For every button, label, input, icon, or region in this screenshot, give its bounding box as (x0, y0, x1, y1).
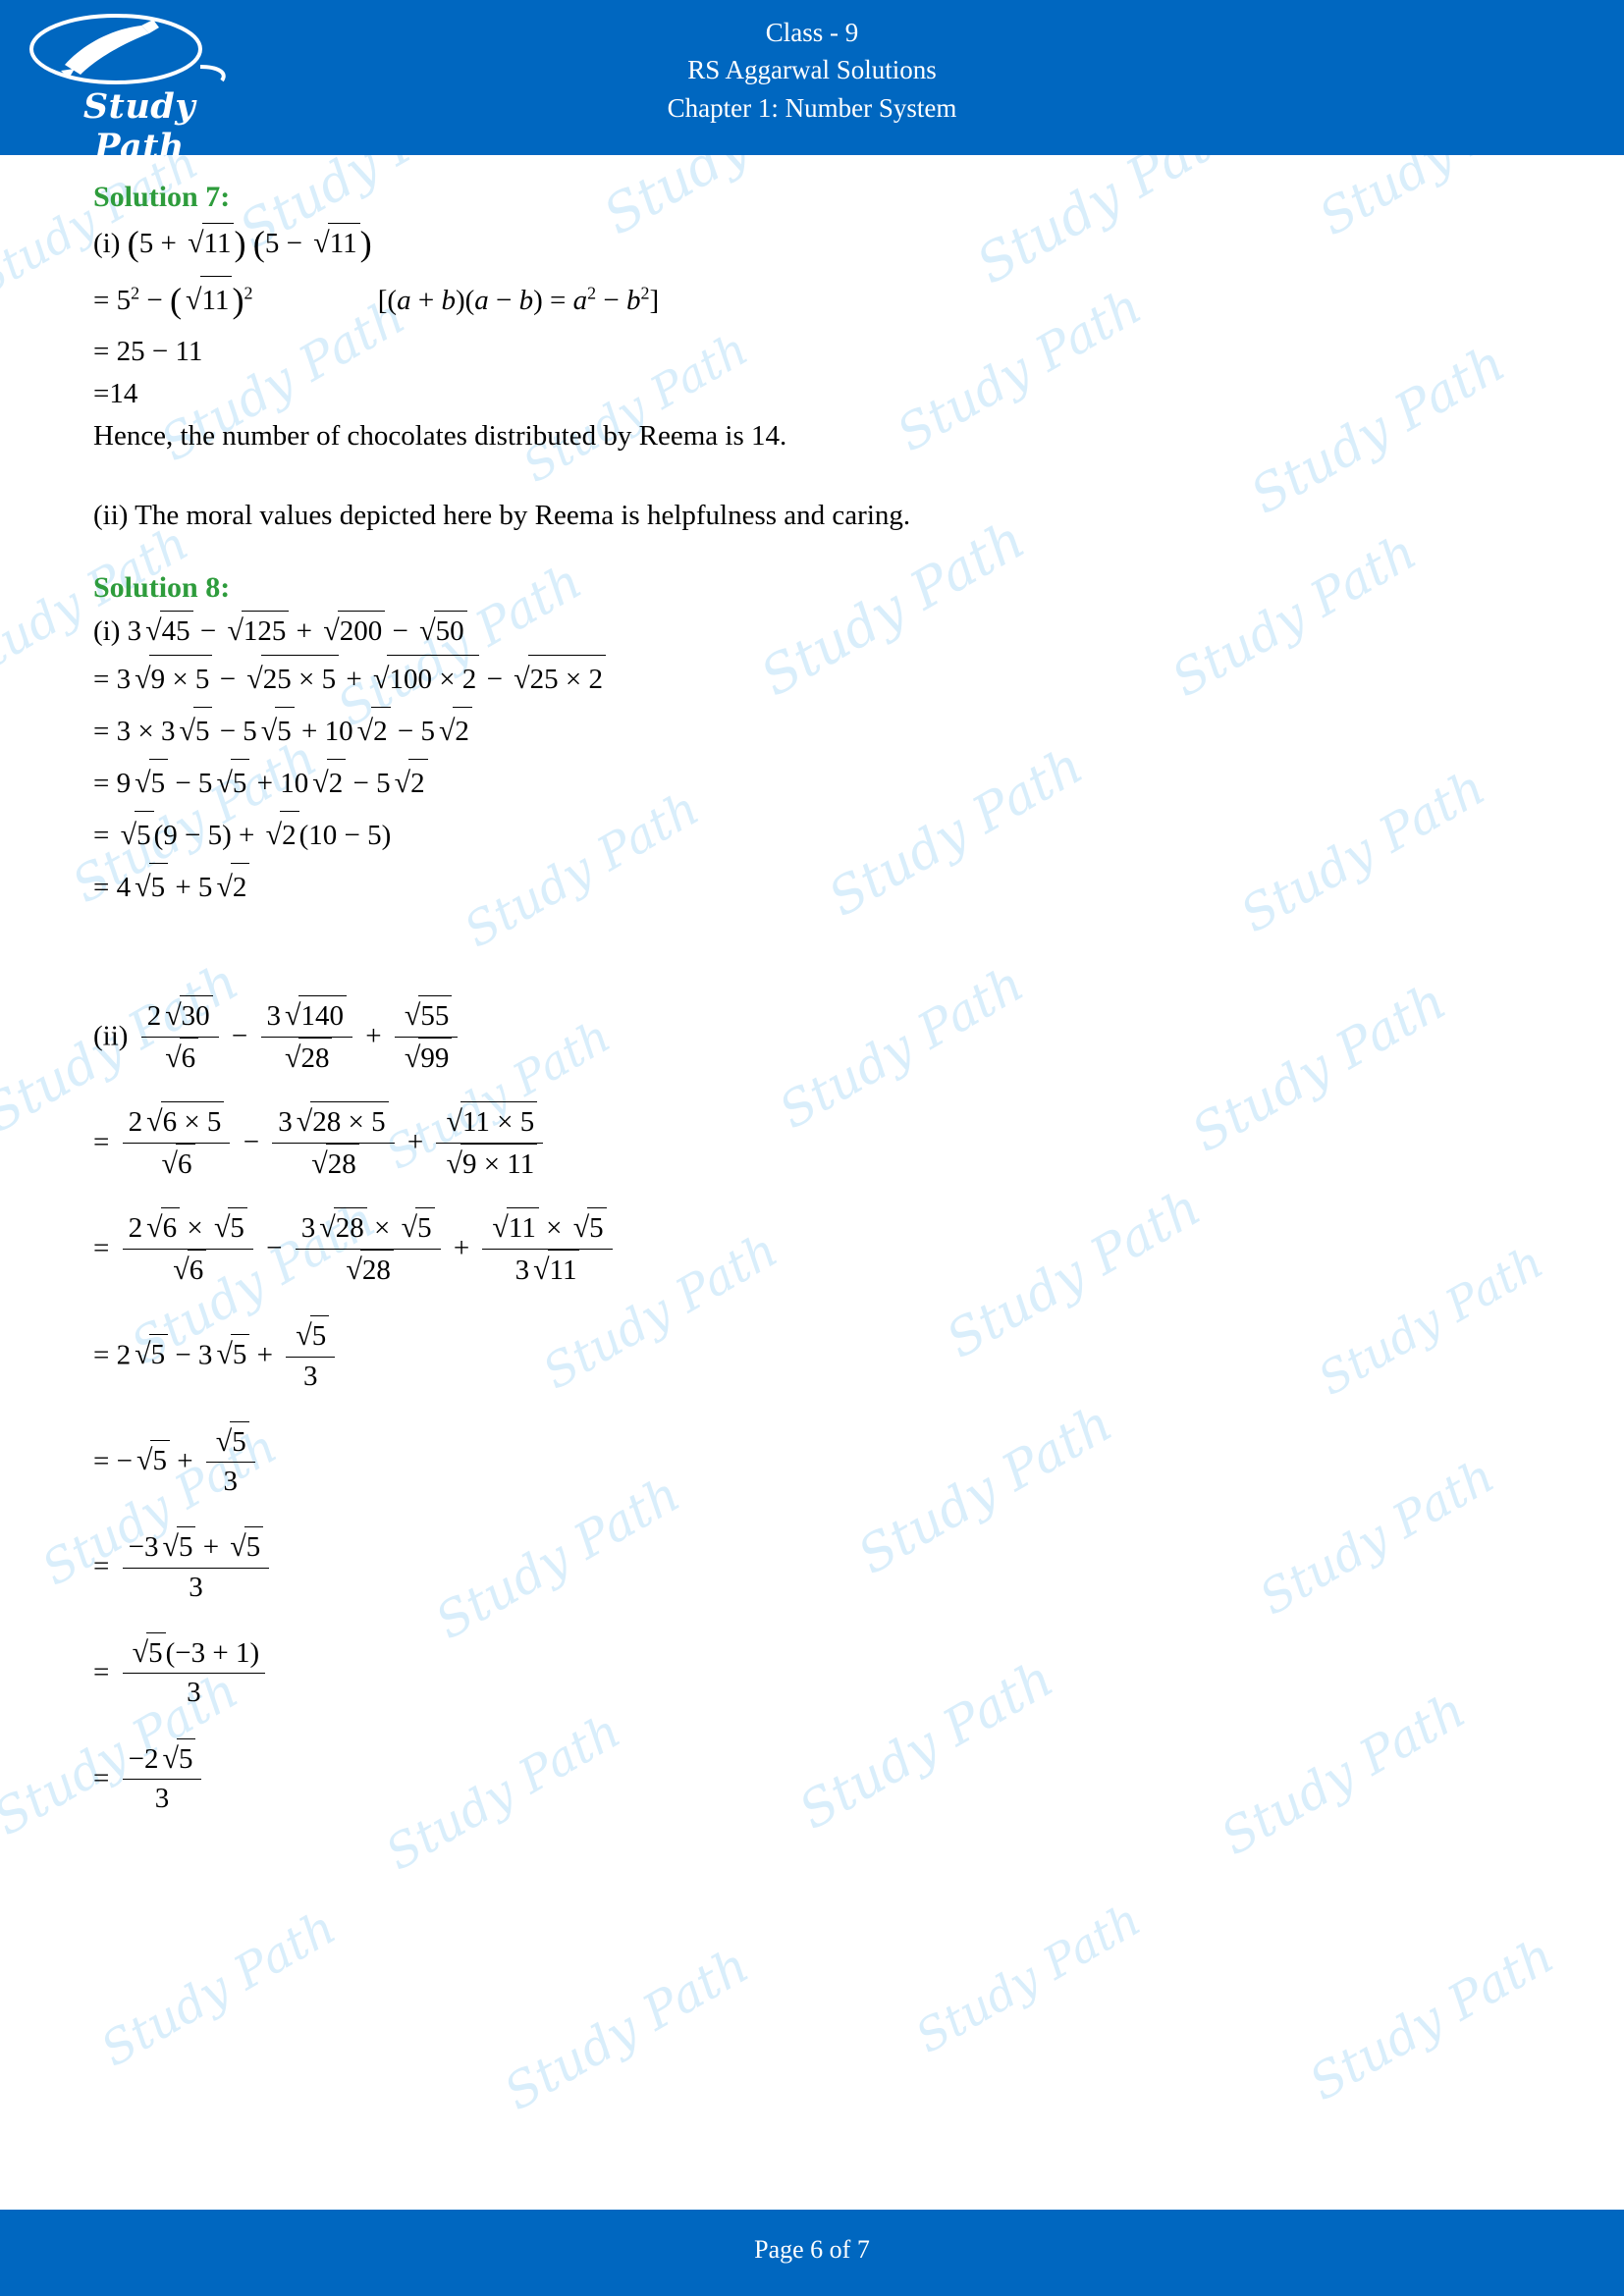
solution-8-i-line-5: = √5 (9 − 5) + √2 (10 − 5) (93, 811, 1546, 859)
solution-7-line-1: (i) (5 + √11) (5 − √11) (93, 223, 372, 263)
watermark: Study Path (1300, 1926, 1564, 2112)
page-footer: Page 6 of 7 (0, 2210, 1624, 2296)
solution-8-i-line-6: = 4 √5 + 5 √2 (93, 863, 1546, 911)
solutions-body: Solution 7: (i) (5 + √11) (5 − √11) = 52… (93, 181, 1546, 1820)
solution-8-i-line-3: = 3 × 3 √5 − 5 √5 + 10 √2 − 5 √2 (93, 707, 1546, 755)
solution-7-line-6: (ii) The moral values depicted here by R… (93, 500, 911, 532)
watermark: Study Path (906, 1893, 1150, 2063)
solution-8-ii-line-7: = √5 (−3 + 1) 3 (93, 1631, 1546, 1715)
solution-8-i-line-1: (i) 3 √45 − √125 + √200 − √50 (93, 610, 1546, 652)
solution-8-heading: Solution 8: (93, 570, 231, 604)
solution-7-line-3: = 25 − 11 (93, 335, 203, 367)
page-content: Study Path Study Path Study Path Study P… (0, 155, 1624, 2210)
header-class: Class - 9 (765, 18, 859, 47)
header-chapter: Chapter 1: Number System (667, 92, 957, 123)
solution-8-ii-line-8: = −2 √5 3 (93, 1737, 1546, 1821)
watermark: Study Path (495, 1936, 759, 2122)
solution-7-line-4: =14 (93, 378, 138, 410)
solution-8-ii-line-3: = 2 √6 × √5 √6 − 3 √28 × √5 √28 + √11 × √5 3 √… (93, 1207, 1546, 1292)
solution-8-ii-line-6: = −3 √5 + √5 3 (93, 1526, 1546, 1609)
header-book: RS Aggarwal Solutions (687, 55, 937, 85)
solution-7-heading: Solution 7: (93, 181, 231, 213)
solution-8-ii-line-2: = 2 √6 × 5 √6 − 3 √28 × 5 √28 + √11 × 5 √9 × … (93, 1101, 1546, 1186)
solution-8-ii-line-4: = 2 √5 − 3 √5 + √5 3 (93, 1315, 1546, 1398)
watermark: Study Path (91, 1899, 346, 2078)
page-number: Page 6 of 7 (754, 2235, 870, 2264)
solution-8-i-line-2: = 3 √9 × 5 − √25 × 5 + √100 × 2 − √25 × 2 (93, 655, 1546, 703)
solution-7-line-2: = 52 − (√11)2 [(a + b)(a − b) = a2 − b2] (93, 272, 1546, 329)
page-header: Study Path Class - 9 RS Aggarwal Solutio… (0, 0, 1624, 167)
header-titles: Class - 9 RS Aggarwal Solutions Chapter … (0, 14, 1624, 127)
solution-7-line-5: Hence, the number of chocolates distribu… (93, 420, 787, 453)
solution-8-ii-line-5: = − √5 + √5 3 (93, 1420, 1546, 1504)
solution-8-i-line-4: = 9 √5 − 5 √5 + 10 √2 − 5 √2 (93, 759, 1546, 807)
solution-8-ii-line-1: (ii) 2 √30 √6 − 3 √140 √28 + √55 √99 (93, 995, 1546, 1080)
